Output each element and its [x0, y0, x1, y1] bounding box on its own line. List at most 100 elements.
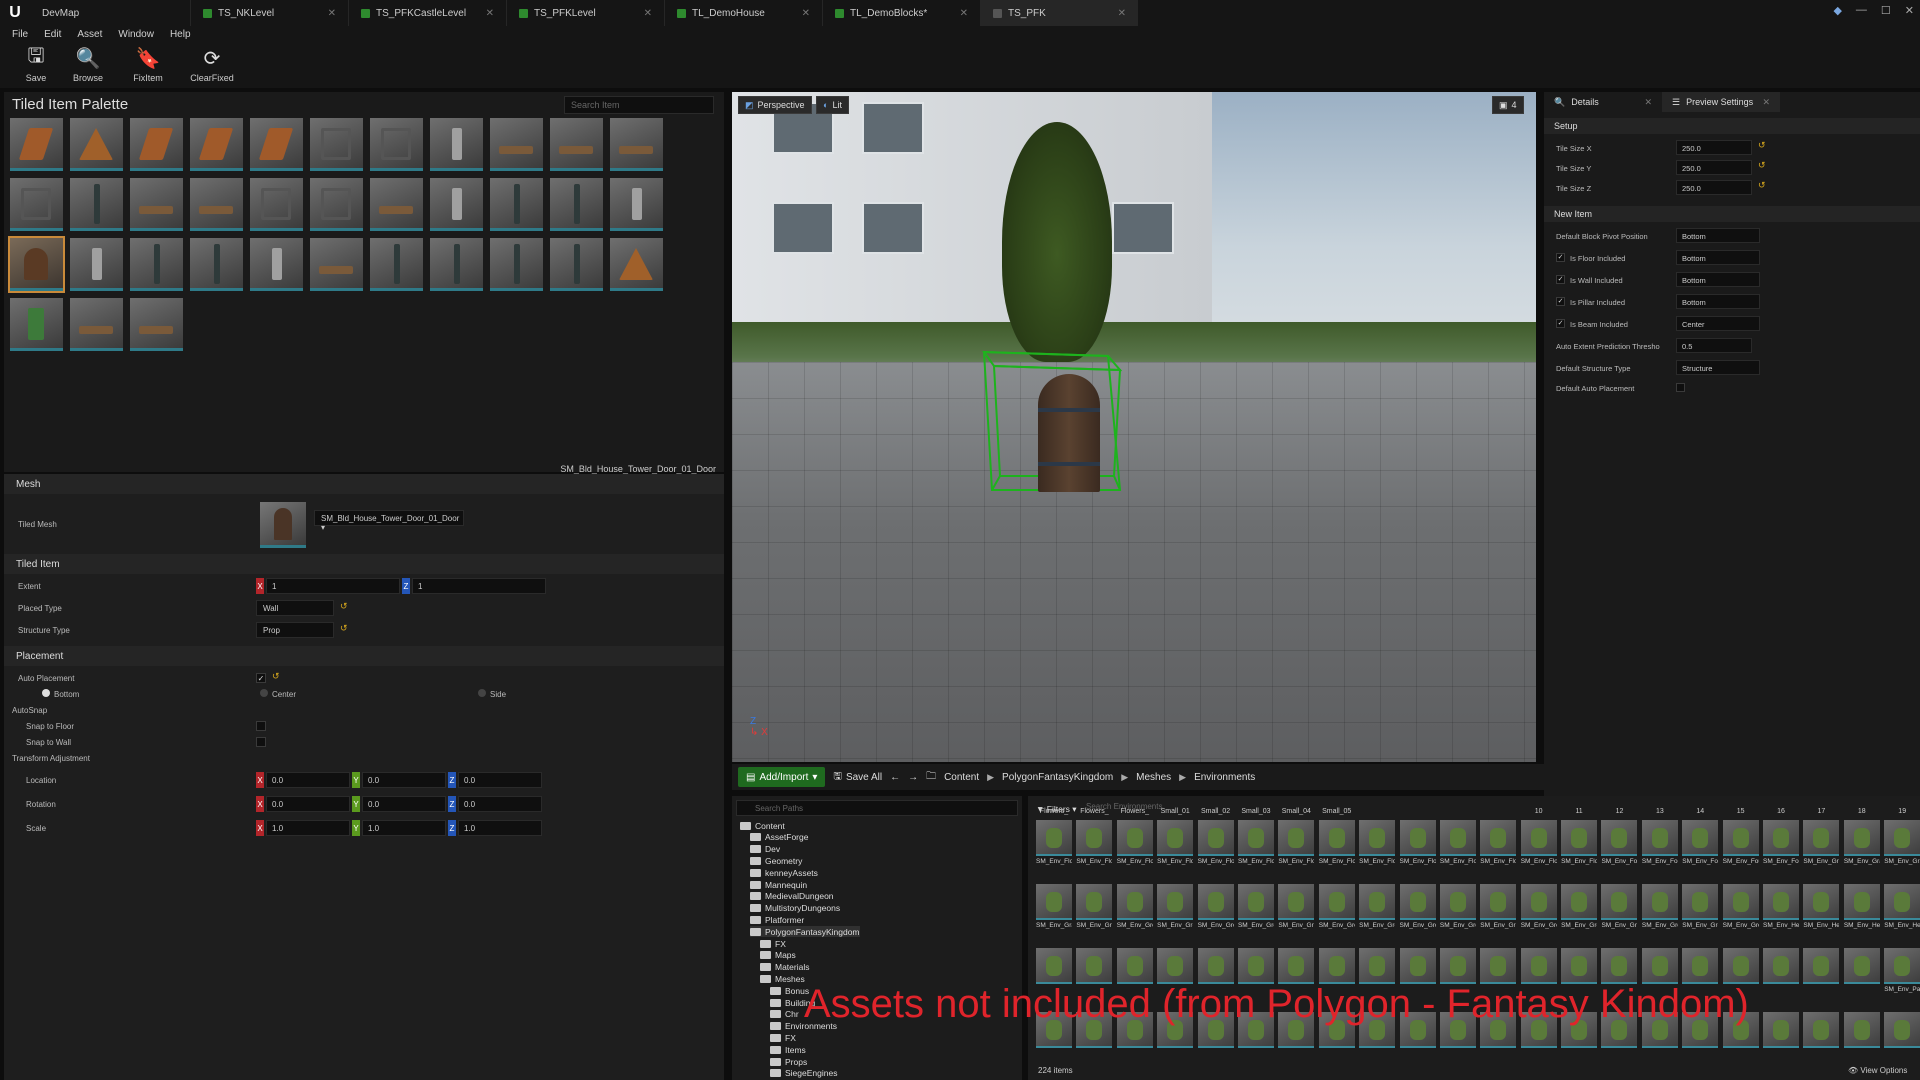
- asset-tile[interactable]: [1884, 1012, 1920, 1074]
- tab-preview-settings[interactable]: ☰ Preview Settings ✕: [1662, 92, 1780, 112]
- default-pivot-dropdown[interactable]: Bottom: [1676, 228, 1760, 243]
- palette-item[interactable]: [130, 238, 183, 291]
- asset-tile[interactable]: SM_Env_Ground_Flat_Dirt_: [1561, 884, 1599, 946]
- perspective-button[interactable]: ◩ Perspective: [738, 96, 812, 114]
- wall-checkbox[interactable]: ✓: [1556, 275, 1565, 284]
- asset-tile[interactable]: 11 SM_Env_Flowers_09: [1561, 808, 1599, 882]
- asset-tile[interactable]: Small_03 SM_Env_Flowers_01: [1237, 808, 1276, 882]
- side-radio[interactable]: [478, 689, 486, 697]
- menu-file[interactable]: File: [12, 29, 28, 40]
- location-z-input[interactable]: 0.0: [458, 772, 542, 788]
- fixitem-button[interactable]: 🔖 FixItem: [114, 42, 182, 88]
- auto-extent-input[interactable]: 0.5: [1676, 338, 1752, 353]
- palette-item[interactable]: [430, 178, 483, 231]
- reset-icon[interactable]: ↺: [340, 623, 348, 634]
- lit-button[interactable]: ◐ Lit: [816, 96, 849, 114]
- tree-folder-item[interactable]: Dev: [750, 844, 780, 855]
- close-icon[interactable]: ✕: [328, 8, 336, 19]
- rotation-x-input[interactable]: 0.0: [266, 796, 350, 812]
- beam-checkbox[interactable]: ✓: [1556, 319, 1565, 328]
- section-placement[interactable]: Placement: [4, 646, 724, 666]
- tile-size-z-input[interactable]: 250.0: [1676, 180, 1752, 195]
- asset-tile[interactable]: [1763, 948, 1801, 1010]
- asset-tile[interactable]: SM_Env_Flowers_05: [1399, 820, 1438, 882]
- beam-dropdown[interactable]: Center: [1676, 316, 1760, 331]
- close-icon[interactable]: ✕: [486, 8, 494, 19]
- tab-devmap[interactable]: DevMap: [30, 0, 190, 26]
- reset-icon[interactable]: ↺: [340, 601, 348, 612]
- tree-folder-item[interactable]: Content: [740, 820, 785, 831]
- asset-tile[interactable]: Flowers_ SM_Env_Flowers_21: [1076, 808, 1114, 882]
- asset-tile[interactable]: SM_Env_Ground_Flat_02: [1520, 884, 1559, 946]
- asset-tile[interactable]: SM_Env_Ground_Crater_03: [1197, 884, 1236, 946]
- palette-item[interactable]: [10, 178, 63, 231]
- palette-item[interactable]: [370, 118, 423, 171]
- asset-tile[interactable]: 16 SM_Env_Fountain_Water_01: [1763, 808, 1801, 882]
- asset-tile[interactable]: SM_Env_Ground_Raised_02: [1682, 884, 1720, 946]
- menu-help[interactable]: Help: [170, 29, 191, 40]
- breadcrumb-environments[interactable]: Environments: [1194, 772, 1255, 783]
- palette-item[interactable]: [550, 178, 603, 231]
- asset-tile[interactable]: SM_Env_Flowers_04: [1359, 820, 1397, 882]
- palette-item[interactable]: [70, 178, 123, 231]
- asset-tile[interactable]: Small_05 SM_Env_Flowers_03: [1318, 808, 1357, 882]
- section-mesh[interactable]: Mesh: [4, 474, 724, 494]
- tree-folder-item[interactable]: kenneyAssets: [750, 867, 818, 878]
- wall-dropdown[interactable]: Bottom: [1676, 272, 1760, 287]
- floor-dropdown[interactable]: Bottom: [1676, 250, 1760, 265]
- palette-item[interactable]: [250, 238, 303, 291]
- asset-tile[interactable]: 14 SM_Env_Fountain_Statue_01: [1682, 808, 1720, 882]
- tree-folder-item[interactable]: Geometry: [750, 855, 802, 866]
- reset-icon[interactable]: ↺: [1758, 160, 1766, 171]
- asset-tile[interactable]: SM_Env_Ground_Crater_01: [1116, 884, 1155, 946]
- palette-item[interactable]: [490, 118, 543, 171]
- reset-icon[interactable]: ↺: [272, 671, 280, 682]
- palette-item[interactable]: [10, 118, 63, 171]
- palette-item[interactable]: [370, 238, 423, 291]
- tab-ts-pfklevel[interactable]: TS_PFKLevel ✕: [506, 0, 664, 26]
- asset-tile[interactable]: SM_Env_Ground_Flat_01: [1480, 884, 1518, 946]
- close-icon[interactable]: ✕: [1762, 97, 1770, 108]
- location-x-input[interactable]: 0.0: [266, 772, 350, 788]
- palette-item[interactable]: [310, 118, 363, 171]
- camera-speed-button[interactable]: ▣ 4: [1492, 96, 1524, 114]
- asset-tile[interactable]: SM_Env_Ground_Farm_: [1439, 884, 1478, 946]
- asset-tile[interactable]: Flowers_ SM_Env_Flowers_22: [1116, 808, 1155, 882]
- asset-tile[interactable]: 12 SM_Env_Fountain_01: [1601, 808, 1639, 882]
- scale-x-input[interactable]: 1.0: [266, 820, 350, 836]
- tree-folder-item[interactable]: SiegeEngines: [770, 1068, 837, 1079]
- browse-button[interactable]: 🔍 Browse: [62, 42, 114, 88]
- asset-tile[interactable]: SM_Env_Hedge_03: [1843, 884, 1882, 946]
- palette-item[interactable]: [610, 238, 663, 291]
- breadcrumb-meshes[interactable]: Meshes: [1136, 772, 1171, 783]
- asset-tile[interactable]: Flowers_ SM_Env_Flowers_20: [1036, 808, 1074, 882]
- palette-item[interactable]: [190, 178, 243, 231]
- mesh-thumbnail[interactable]: [260, 502, 306, 548]
- asset-tile[interactable]: Small_04 SM_Env_Flowers_02: [1278, 808, 1316, 882]
- asset-tile[interactable]: SM_Env_Flowers_07: [1480, 820, 1518, 882]
- asset-tile[interactable]: SM_Env_Ground_Farm_Flat: [1237, 884, 1276, 946]
- close-window-icon[interactable]: ✕: [1905, 4, 1914, 17]
- palette-item[interactable]: [310, 238, 363, 291]
- asset-tile[interactable]: [1843, 1012, 1882, 1074]
- asset-tile[interactable]: [1803, 1012, 1841, 1074]
- rotation-y-input[interactable]: 0.0: [362, 796, 446, 812]
- maximize-icon[interactable]: ☐: [1881, 4, 1891, 17]
- breadcrumb-polygonfantasykingdom[interactable]: PolygonFantasyKingdom: [1002, 772, 1113, 783]
- asset-tile[interactable]: [1763, 1012, 1801, 1074]
- asset-tile[interactable]: 13 SM_Env_Fountain_Lilies_01: [1641, 808, 1680, 882]
- minimize-icon[interactable]: —: [1856, 4, 1867, 17]
- asset-tile[interactable]: SM_Env_Hedge_02: [1803, 884, 1841, 946]
- palette-item[interactable]: [430, 238, 483, 291]
- tree-folder-item[interactable]: AssetForge: [750, 832, 808, 843]
- palette-item[interactable]: [610, 178, 663, 231]
- asset-tile[interactable]: SM_Env_Ground_Raised_01: [1641, 884, 1680, 946]
- palette-item[interactable]: [8, 236, 65, 293]
- asset-tile[interactable]: SM_Env_Ground_Farm_: [1359, 884, 1397, 946]
- rotation-z-input[interactable]: 0.0: [458, 796, 542, 812]
- palette-item[interactable]: [370, 178, 423, 231]
- tree-folder-item[interactable]: Mannequin: [750, 879, 807, 890]
- tree-folder-item[interactable]: Meshes: [760, 973, 805, 984]
- close-icon[interactable]: ✕: [802, 8, 810, 19]
- tab-tl-demohouse[interactable]: TL_DemoHouse ✕: [664, 0, 822, 26]
